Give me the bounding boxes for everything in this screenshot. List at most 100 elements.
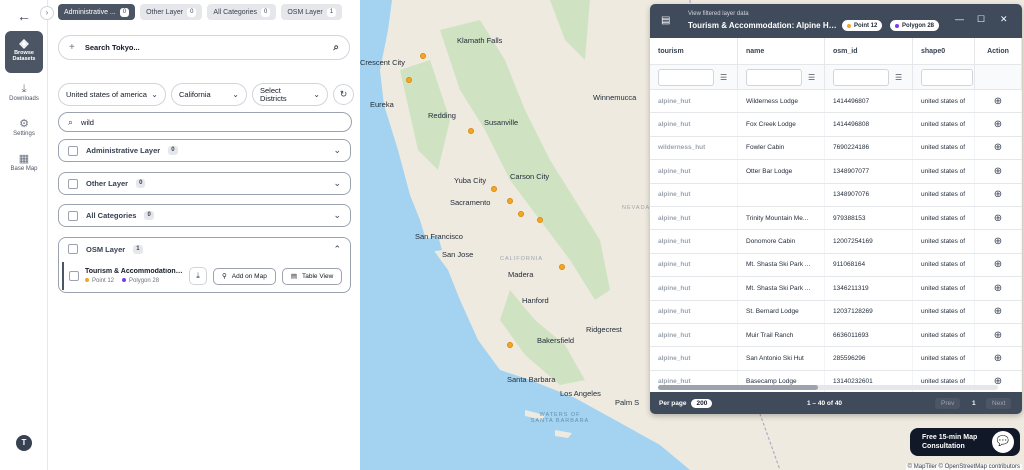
maximize-icon[interactable]: ☐: [977, 14, 985, 25]
browse-datasets-button[interactable]: ◈ Browse Datasets: [5, 31, 43, 73]
layer-checkbox[interactable]: [68, 244, 78, 254]
table-row[interactable]: alpine_hut Basecamp Lodge 13140232601 unite…: [650, 370, 1022, 395]
country-select[interactable]: United states of america ⌄: [58, 83, 166, 106]
map-marker[interactable]: [518, 211, 524, 217]
table-row[interactable]: alpine_hut Mt. Shasta Ski Park ... 1346211…: [650, 277, 1022, 301]
horizontal-scrollbar[interactable]: [658, 385, 998, 390]
minimize-icon[interactable]: —: [955, 14, 964, 24]
tab-other-layer[interactable]: Other Layer 0: [140, 4, 203, 20]
table-row[interactable]: alpine_hut Wilderness Lodge 1414496807 unit…: [650, 90, 1022, 114]
chevron-down-icon[interactable]: ⌄: [333, 178, 341, 189]
scrollbar-thumb[interactable]: [658, 385, 818, 390]
map-marker[interactable]: [507, 198, 513, 204]
table-view-button[interactable]: ▤ Table View: [281, 267, 343, 285]
table-cell-tourism: alpine_hut: [650, 230, 738, 253]
collapse-panel-button[interactable]: ›: [40, 6, 54, 20]
zoom-in-icon[interactable]: ⊕: [975, 277, 1022, 300]
state-select[interactable]: California ⌄: [171, 83, 247, 106]
filter-input[interactable]: [833, 68, 889, 86]
table-row[interactable]: alpine_hut Donomore Cabin 12007254169 unite…: [650, 230, 1022, 254]
avatar[interactable]: T: [16, 435, 32, 451]
map-marker[interactable]: [507, 342, 513, 348]
layer-search-input[interactable]: ⌕ wild: [58, 112, 352, 132]
tab-osm-layer[interactable]: OSM Layer 1: [281, 4, 343, 20]
column-header-name[interactable]: name: [738, 38, 825, 64]
map-marker[interactable]: [559, 264, 565, 270]
table-row[interactable]: alpine_hut Otter Bar Lodge 1348907077 unite…: [650, 160, 1022, 184]
table-cell-shape0: united states of: [913, 113, 975, 136]
zoom-in-icon[interactable]: ⊕: [975, 300, 1022, 323]
back-arrow-icon[interactable]: ←: [14, 8, 34, 24]
zoom-in-icon[interactable]: ⊕: [975, 253, 1022, 277]
next-page-button[interactable]: Next: [986, 397, 1012, 409]
zoom-in-icon[interactable]: ⊕: [975, 206, 1022, 230]
map-marker[interactable]: [491, 186, 497, 192]
layer-checkbox[interactable]: [68, 145, 78, 156]
filter-icon[interactable]: ☰: [895, 73, 902, 82]
zoom-in-icon[interactable]: ⊕: [975, 113, 1022, 136]
table-cell-tourism: alpine_hut: [650, 300, 738, 323]
gear-icon: ⚙: [19, 118, 29, 130]
map-marker[interactable]: [420, 53, 426, 59]
rail-item-settings[interactable]: ⚙ Settings: [0, 118, 48, 137]
table-row[interactable]: alpine_hut Muir Trail Ranch 6636011693 unit…: [650, 323, 1022, 348]
layer-label: All Categories: [86, 211, 137, 220]
column-header-tourism[interactable]: tourism: [650, 38, 738, 64]
zoom-in-icon[interactable]: ⊕: [975, 230, 1022, 253]
zoom-in-icon[interactable]: ⊕: [975, 90, 1022, 113]
zoom-in-icon[interactable]: ⊕: [975, 183, 1022, 206]
rail-item-base-map[interactable]: ▦ Base Map: [0, 153, 48, 172]
layer-group-administrative[interactable]: Administrative Layer 0 ⌄: [58, 139, 351, 162]
consultation-button[interactable]: Free 15-min Map Consultation 💬: [910, 428, 1020, 456]
layer-checkbox[interactable]: [68, 210, 78, 221]
map-attribution[interactable]: © MapTiler © OpenStreetMap contributors: [905, 464, 1022, 470]
map-marker[interactable]: [406, 77, 412, 83]
filter-input[interactable]: [658, 68, 714, 86]
osm-layer-header[interactable]: OSM Layer 1 ⌃: [59, 238, 350, 260]
filter-icon[interactable]: ☰: [720, 73, 727, 82]
per-page-select[interactable]: 200: [691, 398, 713, 408]
rail-item-downloads[interactable]: ⤓ Downloads: [0, 83, 48, 102]
zoom-in-icon[interactable]: ⊕: [975, 136, 1022, 160]
zoom-in-icon[interactable]: ⊕: [975, 347, 1022, 370]
district-select[interactable]: Select Districts ⌄: [252, 83, 328, 106]
close-icon[interactable]: ✕: [1000, 14, 1008, 25]
chevron-down-icon[interactable]: ⌄: [333, 210, 341, 221]
zoom-in-icon[interactable]: ⊕: [975, 160, 1022, 183]
column-header-osm-id[interactable]: osm_id: [825, 38, 913, 64]
filter-icon[interactable]: ☰: [808, 73, 815, 82]
refresh-icon[interactable]: ↻: [333, 84, 354, 105]
sublayer-geometry-counts: Point 12 Polygon 28: [85, 278, 183, 284]
chevron-down-icon[interactable]: ⌄: [333, 145, 341, 156]
add-on-map-button[interactable]: ⚲ Add on Map: [213, 267, 276, 285]
map-marker[interactable]: [537, 217, 543, 223]
table-row[interactable]: alpine_hut Mt. Shasta Ski Park ... 9110681…: [650, 253, 1022, 278]
table-row[interactable]: alpine_hut Fox Creek Lodge 1414496808 unite…: [650, 113, 1022, 137]
search-icon[interactable]: ⌕: [333, 42, 339, 53]
tab-all-categories[interactable]: All Categories 0: [207, 4, 277, 20]
table-row[interactable]: alpine_hut 1348907076 united states of ⊕: [650, 183, 1022, 207]
polygon-dot-icon: [895, 23, 899, 28]
map-marker[interactable]: [468, 128, 474, 134]
table-row[interactable]: alpine_hut St. Bernard Lodge 12037128269 un…: [650, 300, 1022, 324]
layer-group-all-categories[interactable]: All Categories 0 ⌄: [58, 204, 351, 227]
chevron-up-icon[interactable]: ⌃: [333, 244, 341, 255]
table-row[interactable]: alpine_hut San Antonio Ski Hut 285596296 un…: [650, 347, 1022, 371]
prev-page-button[interactable]: Prev: [935, 397, 961, 409]
filter-cell: ☰: [738, 65, 825, 89]
layer-group-other[interactable]: Other Layer 0 ⌄: [58, 172, 351, 195]
sublayer-checkbox[interactable]: [69, 271, 79, 281]
rail-item-label: Settings: [13, 131, 35, 137]
chat-icon[interactable]: 💬: [992, 431, 1014, 453]
location-search-input[interactable]: + Search Tokyo... ⌕: [58, 35, 350, 60]
polygon-dot-icon: [122, 278, 127, 283]
table-row[interactable]: wilderness_hut Fowler Cabin 7690224186 unit…: [650, 136, 1022, 161]
tab-administrative[interactable]: Administrative ... 0: [58, 4, 136, 20]
zoom-in-icon[interactable]: ⊕: [975, 323, 1022, 347]
filter-input[interactable]: [746, 68, 802, 86]
column-header-shape0[interactable]: shape0: [913, 38, 975, 64]
filter-input[interactable]: [921, 68, 973, 86]
table-row[interactable]: alpine_hut Trinity Mountain Me... 97938815…: [650, 206, 1022, 231]
download-button[interactable]: ⤓: [189, 267, 207, 285]
layer-checkbox[interactable]: [68, 178, 78, 189]
